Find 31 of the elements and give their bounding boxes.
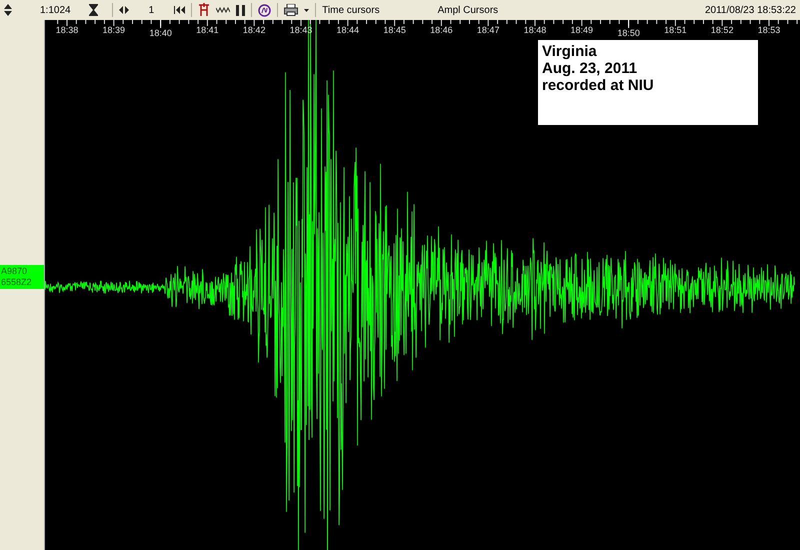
time-label: 18:46 xyxy=(430,25,453,35)
pause-icon[interactable] xyxy=(236,4,246,16)
time-label: 18:40 xyxy=(149,28,172,38)
hourglass-icon[interactable] xyxy=(88,4,98,16)
time-label: 18:42 xyxy=(242,25,266,35)
time-label: 18:41 xyxy=(196,25,219,35)
wave-circle-icon[interactable] xyxy=(258,4,272,16)
annotation-box: Virginia Aug. 23, 2011 recorded at NIU xyxy=(538,40,758,125)
time-label: 18:44 xyxy=(336,25,360,35)
channel-label: A9870 6558Z2 xyxy=(0,265,44,289)
time-label: 18:52 xyxy=(710,25,734,35)
ampl-cursors-label[interactable]: Ampl Cursors xyxy=(438,2,498,18)
dropdown-caret-icon[interactable] xyxy=(304,8,310,12)
timestamp: 2011/08/23 18:53:22 xyxy=(704,4,796,18)
time-label: 18:51 xyxy=(664,25,687,35)
time-label: 18:49 xyxy=(570,25,594,35)
up-down-arrows-icon[interactable] xyxy=(4,4,12,16)
time-label: 18:53 xyxy=(758,25,780,35)
time-label: 18:48 xyxy=(524,25,546,35)
time-cursors-label[interactable]: Time cursors xyxy=(322,2,380,18)
time-label: 18:39 xyxy=(102,25,126,35)
inward-arrows-icon[interactable] xyxy=(174,5,186,15)
printer-icon[interactable] xyxy=(284,4,298,16)
time-label: 18:38 xyxy=(56,25,78,35)
left-right-arrows-icon[interactable] xyxy=(118,5,129,15)
step-value: 1 xyxy=(148,4,154,18)
scale-ratio: 1:1024 xyxy=(40,4,71,18)
time-label: 18:45 xyxy=(383,25,406,35)
time-label: 18:50 xyxy=(617,28,640,38)
time-label: 18:47 xyxy=(476,25,500,35)
wave-icon[interactable] xyxy=(216,6,230,14)
